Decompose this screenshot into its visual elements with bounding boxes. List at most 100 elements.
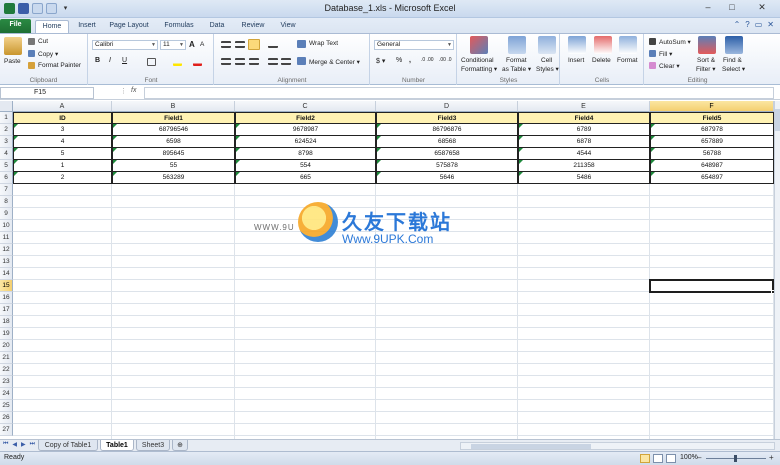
row-header-13[interactable]: 13 [0, 256, 13, 268]
find-select-icon[interactable] [725, 36, 743, 54]
row-header-19[interactable]: 19 [0, 328, 13, 340]
row-header-21[interactable]: 21 [0, 352, 13, 364]
format-painter-button[interactable]: Format Painter [38, 62, 81, 69]
align-left-icon[interactable] [221, 58, 231, 65]
column-header-c[interactable]: C [235, 101, 376, 112]
row-header-1[interactable]: 1 [0, 112, 13, 124]
top-align-icon[interactable] [221, 41, 231, 48]
table-cell[interactable]: 3 [13, 124, 112, 136]
page-layout-view-icon[interactable] [653, 454, 663, 463]
table-header-cell[interactable]: Field3 [376, 112, 518, 124]
vertical-scroll-thumb[interactable] [775, 109, 780, 131]
font-size-select[interactable]: 11 ▼ [160, 40, 186, 50]
percent-button[interactable]: % [396, 57, 402, 64]
row-header-2[interactable]: 2 [0, 124, 13, 136]
tab-home[interactable]: Home [35, 20, 69, 33]
table-cell[interactable]: 5 [13, 148, 112, 160]
column-header-a[interactable]: A [13, 101, 112, 112]
align-center-icon[interactable] [235, 58, 245, 65]
sort-filter-icon[interactable] [698, 36, 716, 54]
wrap-text-icon[interactable] [297, 40, 306, 48]
italic-button[interactable]: I [109, 57, 111, 64]
prev-sheet-icon[interactable]: ◀ [12, 441, 17, 448]
row-header-7[interactable]: 7 [0, 184, 13, 196]
select-all-corner[interactable] [0, 101, 13, 112]
row-header-24[interactable]: 24 [0, 388, 13, 400]
number-format-select[interactable]: General ▼ [374, 40, 454, 50]
zoom-level[interactable]: 100% [680, 454, 698, 461]
format-cells-icon[interactable] [619, 36, 637, 54]
row-header-15[interactable]: 15 [0, 280, 13, 292]
autosum-icon[interactable] [649, 38, 656, 45]
insert-function-icon[interactable]: fx [131, 87, 136, 94]
conditional-formatting-icon[interactable] [470, 36, 488, 54]
row-header-3[interactable]: 3 [0, 136, 13, 148]
column-header-d[interactable]: D [376, 101, 518, 112]
delete-cells-icon[interactable] [594, 36, 612, 54]
sheet-tab-table1[interactable]: Table1 [100, 440, 134, 451]
increase-decimal-button[interactable]: .0 .00 [421, 57, 434, 63]
table-cell[interactable]: 68796546 [112, 124, 235, 136]
row-header-11[interactable]: 11 [0, 232, 13, 244]
page-break-view-icon[interactable] [666, 454, 676, 463]
row-header-18[interactable]: 18 [0, 316, 13, 328]
fill-button[interactable]: Fill ▾ [659, 50, 672, 58]
cell-styles-button[interactable]: Cell [541, 57, 552, 64]
table-cell[interactable]: 9678987 [235, 124, 376, 136]
middle-align-icon[interactable] [235, 41, 245, 48]
table-cell[interactable]: 665 [235, 172, 376, 184]
table-cell[interactable]: 6878 [518, 136, 650, 148]
copy-button[interactable]: Copy ▾ [38, 50, 58, 58]
currency-button[interactable]: $ ▾ [376, 57, 385, 65]
table-header-cell[interactable]: Field4 [518, 112, 650, 124]
table-header-cell[interactable]: ID [13, 112, 112, 124]
font-color-icon[interactable] [193, 58, 202, 66]
table-cell[interactable]: 654897 [650, 172, 774, 184]
find-select-button[interactable]: Find & [723, 57, 742, 64]
row-header-26[interactable]: 26 [0, 412, 13, 424]
table-cell[interactable]: 86796876 [376, 124, 518, 136]
table-cell[interactable]: 5646 [376, 172, 518, 184]
tab-file[interactable]: File [0, 19, 31, 33]
minimize-button[interactable]: – [696, 0, 720, 16]
tab-formulas[interactable]: Formulas [159, 20, 199, 33]
cell-styles-icon[interactable] [538, 36, 556, 54]
cut-button[interactable]: Cut [38, 38, 48, 45]
horizontal-scroll-thumb[interactable] [471, 444, 591, 449]
underline-button[interactable]: U [122, 57, 127, 64]
formula-input[interactable] [144, 87, 774, 99]
sheet-tab-copy-of-table1[interactable]: Copy of Table1 [38, 440, 98, 451]
cell-styles-button-line2[interactable]: Styles ▾ [536, 65, 559, 73]
column-header-e[interactable]: E [518, 101, 650, 112]
table-header-cell[interactable]: Field5 [650, 112, 774, 124]
fill-icon[interactable] [649, 50, 656, 57]
table-cell[interactable]: 6598 [112, 136, 235, 148]
column-header-f[interactable]: F [650, 101, 774, 112]
copy-icon[interactable] [28, 50, 35, 57]
tab-review[interactable]: Review [236, 20, 270, 33]
table-header-cell[interactable]: Field2 [235, 112, 376, 124]
table-cell[interactable]: 68568 [376, 136, 518, 148]
table-cell[interactable]: 211358 [518, 160, 650, 172]
table-cell[interactable]: 624524 [235, 136, 376, 148]
table-cell[interactable]: 687978 [650, 124, 774, 136]
decrease-decimal-button[interactable]: .00 .0 [439, 57, 452, 63]
wrap-text-button[interactable]: Wrap Text [309, 40, 338, 47]
table-cell[interactable]: 657889 [650, 136, 774, 148]
sort-filter-button-line2[interactable]: Filter ▾ [696, 65, 716, 73]
insert-cells-button[interactable]: Insert [568, 57, 584, 64]
table-cell[interactable]: 56788 [650, 148, 774, 160]
close-button[interactable]: ✕ [744, 0, 780, 16]
format-cells-button[interactable]: Format [617, 57, 638, 64]
row-header-10[interactable]: 10 [0, 220, 13, 232]
format-painter-icon[interactable] [28, 62, 35, 69]
table-cell[interactable]: 6789 [518, 124, 650, 136]
table-cell[interactable]: 8798 [235, 148, 376, 160]
help-icon[interactable]: ? [745, 20, 749, 29]
row-header-27[interactable]: 27 [0, 424, 13, 436]
sort-filter-button[interactable]: Sort & [697, 57, 715, 64]
table-cell[interactable]: 554 [235, 160, 376, 172]
last-sheet-icon[interactable]: ⏭ [30, 441, 35, 448]
conditional-formatting-button-line2[interactable]: Formatting ▾ [461, 65, 497, 73]
table-cell[interactable]: 1 [13, 160, 112, 172]
